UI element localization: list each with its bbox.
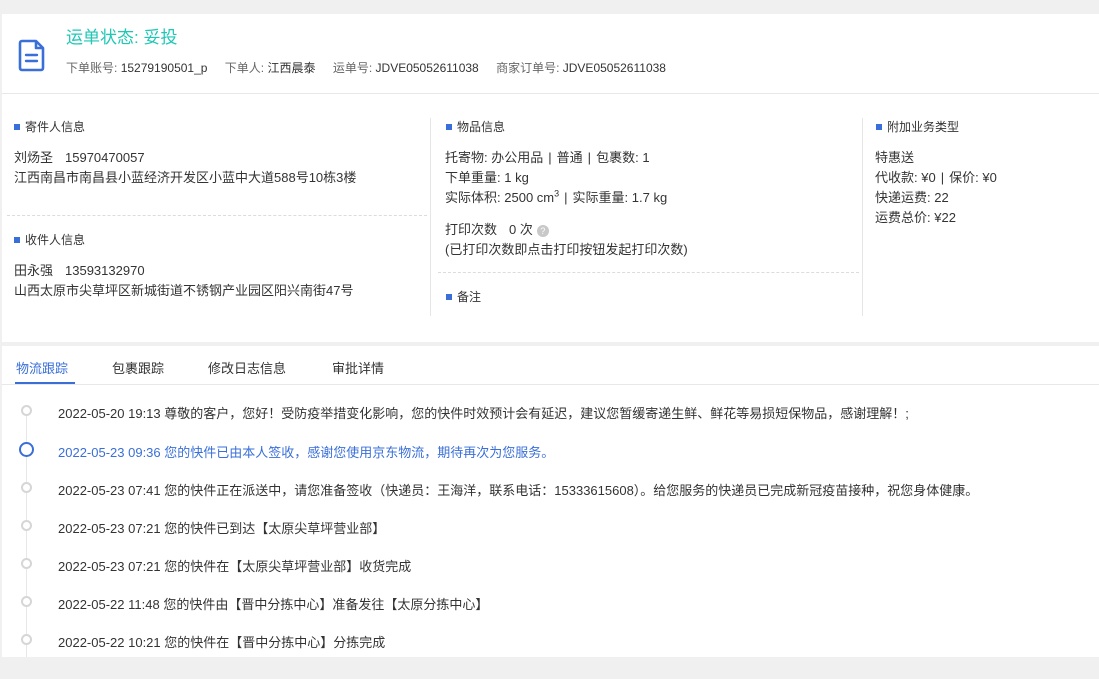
waybill-label: 运单号: <box>332 61 373 75</box>
print-count-label: 打印次数 <box>445 222 498 237</box>
column-divider <box>430 118 431 316</box>
actual-measurements: 实际体积: 2500 cm3 | 实际重量: 1.7 kg <box>445 188 668 205</box>
insure-label: 保价: <box>949 170 979 185</box>
actual-weight-value: 1.7 kg <box>631 190 668 205</box>
tracking-tabs: 物流跟踪 包裹跟踪 修改日志信息 审批详情 <box>2 346 1099 385</box>
goods-section-title: 物品信息 <box>446 118 505 135</box>
extra-service-column: 附加业务类型 特惠送 代收款: ¥0 | 保价: ¥0 快递运费: 22 运费总价:… <box>864 94 1099 342</box>
merchant-order-label: 商家订单号: <box>496 61 560 75</box>
status-label: 运单状态: <box>66 28 144 47</box>
extra-section-title: 附加业务类型 <box>876 118 959 135</box>
event-text: 2022-05-20 19:13 尊敬的客户，您好！受防疫举措变化影响，您的快件… <box>58 406 909 421</box>
event-text: 2022-05-23 09:36 您的快件已由本人签收，感谢您使用京东物流，期待… <box>58 445 555 460</box>
print-count: 打印次数 0 次? <box>445 219 549 238</box>
express-fee-label: 快递运费: <box>875 190 931 205</box>
order-meta: 下单账号: 15279190501_p 下单人: 江西晨泰 运单号: JDVE0… <box>66 59 680 76</box>
order-weight-value: 1 kg <box>504 170 529 185</box>
service-value: 普通 <box>556 150 583 165</box>
receiver-section-title: 收件人信息 <box>14 231 85 248</box>
sender-section-title: 寄件人信息 <box>14 118 85 135</box>
status-value: 妥投 <box>143 28 178 47</box>
timeline-dot <box>21 482 32 493</box>
total-fee-value: ¥22 <box>934 210 956 225</box>
timeline-dot <box>21 596 32 607</box>
event-text: 2022-05-23 07:21 您的快件已到达【太原尖草坪营业部】 <box>58 521 386 536</box>
section-divider <box>438 272 859 273</box>
document-icon <box>18 39 45 72</box>
sender-address: 江西南昌市南昌县小蓝经济开发区小蓝中大道588号10栋3楼 <box>14 170 357 185</box>
timeline-dot <box>21 558 32 569</box>
help-icon[interactable]: ? <box>536 224 549 237</box>
orderer-value: 江西晨泰 <box>267 61 316 75</box>
print-count-value: 0 次 <box>509 222 533 237</box>
insure-value: ¥0 <box>982 170 997 185</box>
goods-column: 物品信息 托寄物: 办公用品 | 普通 | 包裹数: 1 下单重量: 1 kg 实际体积… <box>434 94 859 342</box>
cod-insure: 代收款: ¥0 | 保价: ¥0 <box>875 170 997 185</box>
total-fee-label: 运费总价: <box>875 210 931 225</box>
account-label: 下单账号: <box>66 61 118 75</box>
receiver-phone: 13593132970 <box>65 263 145 278</box>
goods-consignment: 托寄物: 办公用品 | 普通 | 包裹数: 1 <box>445 150 650 165</box>
account-value: 15279190501_p <box>120 61 208 75</box>
waybill-header: 运单状态: 妥投 下单账号: 15279190501_p 下单人: 江西晨泰 运… <box>2 14 1099 94</box>
column-divider <box>862 118 863 316</box>
express-fee: 快递运费: 22 <box>875 187 949 206</box>
tab-change-log[interactable]: 修改日志信息 <box>208 358 286 377</box>
volume-value: 2500 cm <box>504 190 555 205</box>
tab-package-tracking[interactable]: 包裹跟踪 <box>112 358 164 377</box>
volume-exponent: 3 <box>554 188 560 199</box>
product-type: 特惠送 <box>875 150 915 165</box>
consignment-label: 托寄物: <box>445 150 488 165</box>
tab-logistics-tracking[interactable]: 物流跟踪 <box>16 358 68 377</box>
packages-label: 包裹数: <box>596 150 639 165</box>
order-weight: 下单重量: 1 kg <box>445 167 529 186</box>
consignment-value: 办公用品 <box>491 150 544 165</box>
merchant-order-value: JDVE05052611038 <box>562 61 666 75</box>
orderer-label: 下单人: <box>224 61 265 75</box>
sender-name: 刘炀圣 <box>14 150 54 165</box>
event-text: 2022-05-23 07:21 您的快件在【太原尖草坪营业部】收货完成 <box>58 559 412 574</box>
timeline-dot-current <box>19 442 34 457</box>
receiver-name: 田永强 <box>14 263 54 278</box>
timeline-event: 2022-05-22 10:21 您的快件在【晋中分拣中心】分拣完成 <box>2 634 1099 679</box>
tracking-panel: 物流跟踪 包裹跟踪 修改日志信息 审批详情 2022-05-20 19:13 尊… <box>2 346 1099 657</box>
event-text: 2022-05-22 11:48 您的快件由【晋中分拣中心】准备发往【太原分拣中… <box>58 597 489 612</box>
express-fee-value: 22 <box>934 190 949 205</box>
sender-phone: 15970470057 <box>65 150 145 165</box>
waybill-value: JDVE05052611038 <box>375 61 479 75</box>
timeline-dot <box>21 405 32 416</box>
tab-approval-details[interactable]: 审批详情 <box>332 358 384 377</box>
event-text: 2022-05-22 10:21 您的快件在【晋中分拣中心】分拣完成 <box>58 635 386 650</box>
waybill-status: 运单状态: 妥投 <box>66 23 177 48</box>
total-fee: 运费总价: ¥22 <box>875 207 956 226</box>
order-weight-label: 下单重量: <box>445 170 501 185</box>
section-divider <box>7 215 427 216</box>
volume-label: 实际体积: <box>445 190 501 205</box>
event-text: 2022-05-23 07:41 您的快件正在派送中，请您准备签收（快递员：王海… <box>58 483 979 498</box>
receiver-address: 山西太原市尖草坪区新城街道不锈钢产业园区阳兴南街47号 <box>14 283 354 298</box>
cod-value: ¥0 <box>921 170 936 185</box>
cod-label: 代收款: <box>875 170 918 185</box>
actual-weight-label: 实际重量: <box>572 190 629 205</box>
print-note: (已打印次数即点击打印按钮发起打印次数) <box>445 242 688 257</box>
sender-receiver-column: 寄件人信息 刘炀圣 15970470057 江西南昌市南昌县小蓝经济开发区小蓝中大… <box>2 94 427 342</box>
packages-value: 1 <box>642 150 650 165</box>
active-tab-indicator <box>15 382 75 384</box>
receiver-contact: 田永强 13593132970 <box>14 260 145 279</box>
sender-contact: 刘炀圣 15970470057 <box>14 147 145 166</box>
timeline-dot <box>21 634 32 645</box>
timeline-dot <box>21 520 32 531</box>
remark-section-title: 备注 <box>446 288 481 305</box>
waybill-info-panel: 寄件人信息 刘炀圣 15970470057 江西南昌市南昌县小蓝经济开发区小蓝中大… <box>2 94 1099 342</box>
